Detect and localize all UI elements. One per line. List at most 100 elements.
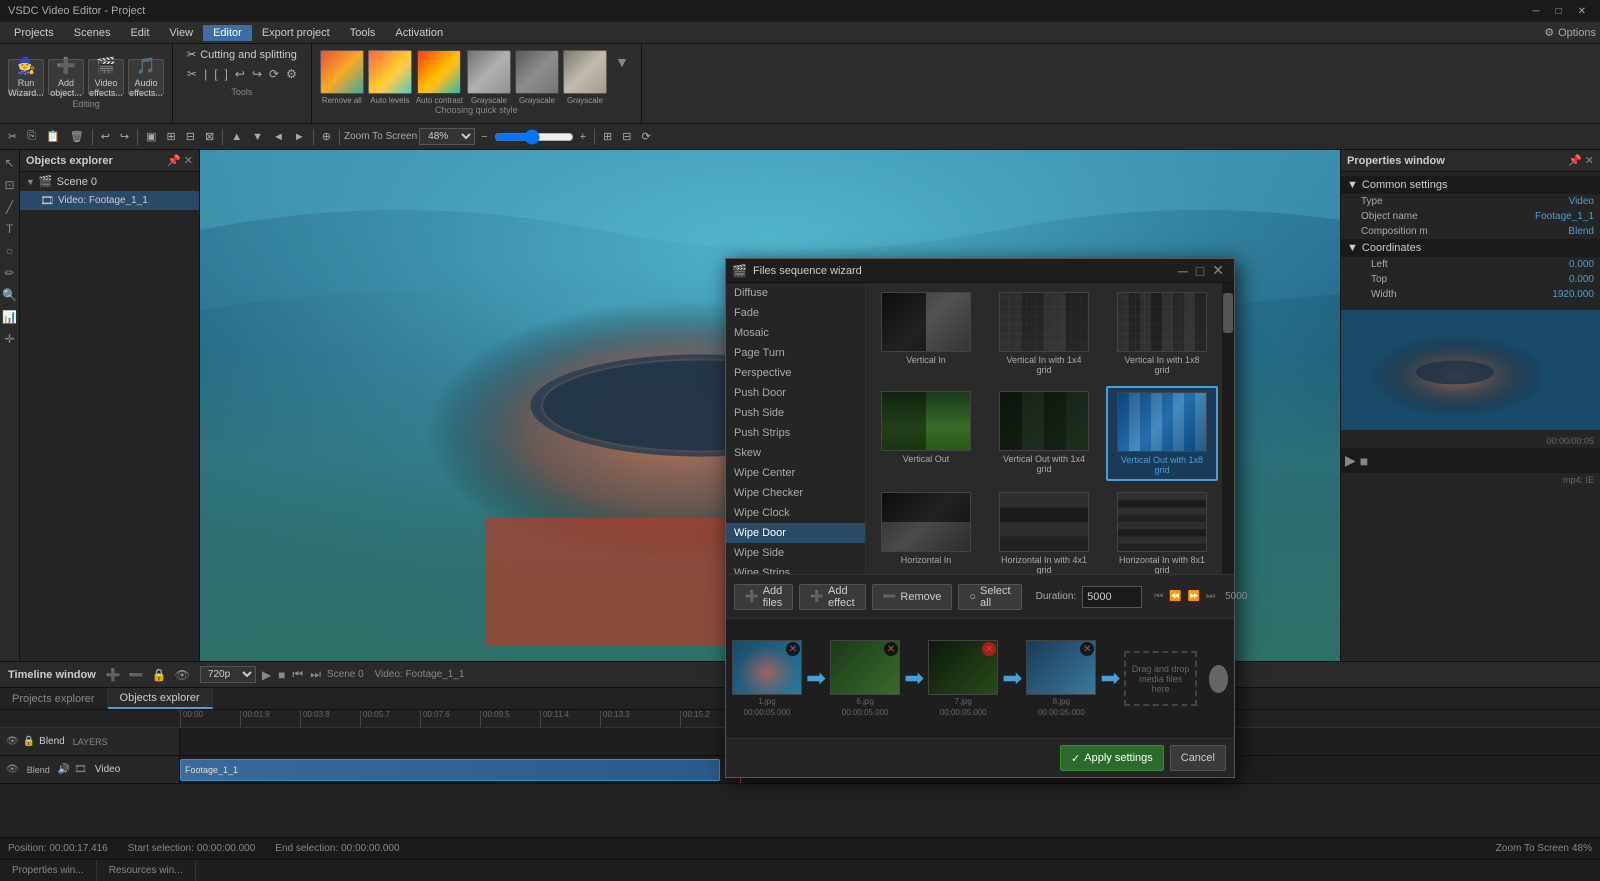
film-thumb-2[interactable]: ✕ [830,640,900,695]
film-arrow-4[interactable]: ➡ [1100,664,1120,693]
dialog-maximize-btn[interactable]: □ [1192,263,1208,279]
dialog-close-btn[interactable]: ✕ [1208,262,1228,279]
undo-icon[interactable]: ↩ [233,65,247,83]
duration-input[interactable] [1082,586,1142,608]
menu-tools[interactable]: Tools [340,25,386,41]
dialog-scrollbar[interactable] [1222,283,1234,574]
paste-btn[interactable]: 📋 [42,128,64,145]
trim-right-icon[interactable]: ] [223,65,230,83]
window-minimize[interactable]: ─ [1526,6,1545,17]
btab-resources[interactable]: Resources win... [97,860,196,881]
tl-lock-btn[interactable]: 🔒 [150,668,169,682]
transition-push-side[interactable]: Push Side [726,403,865,423]
arrange-btn[interactable]: ⊠ [201,128,218,145]
transition-push-door[interactable]: Push Door [726,383,865,403]
video-tree-item[interactable]: 🎞 Video: Footage_1_1 [20,191,199,210]
scene-tree-item[interactable]: ▼ 🎬 Scene 0 [20,172,199,191]
style-more-button[interactable]: ▼ [611,54,633,70]
style-thumb-grayscale2[interactable] [515,50,559,94]
menu-scenes[interactable]: Scenes [64,25,121,41]
transition-wipe-side[interactable]: Wipe Side [726,543,865,563]
delete-btn[interactable]: 🗑 [66,128,88,145]
tab-objects-explorer[interactable]: Objects explorer [108,688,213,709]
zoom-out-btn[interactable]: − [477,129,491,145]
select-btn[interactable]: ▣ [142,128,160,145]
add-object-button[interactable]: ➕ Addobject... [48,59,84,95]
window-maximize[interactable]: □ [1550,6,1568,17]
pointer-icon[interactable]: ↖ [2,154,16,172]
transition-fade[interactable]: Fade [726,303,865,323]
undo-btn2[interactable]: ↩ [97,128,114,145]
pen-icon[interactable]: ✏ [2,264,16,282]
shape-icon[interactable]: ○ [4,242,15,260]
transition-vertical-out-1x8[interactable]: Vertical Out with 1x8 grid [1106,386,1218,481]
align-btn[interactable]: ⊟ [182,128,199,145]
common-settings-header[interactable]: ▼ Common settings [1341,176,1600,194]
tl-play-btn[interactable]: ▶ [260,668,273,682]
transition-perspective[interactable]: Perspective [726,363,865,383]
move-icon[interactable]: ✛ [2,330,16,348]
copy-btn[interactable]: ⎘ [23,128,40,145]
film-remove-2[interactable]: ✕ [884,642,898,656]
transition-skew[interactable]: Skew [726,443,865,463]
close-panel-icon[interactable]: ✕ [184,154,193,167]
film-thumb-4[interactable]: ✕ [1026,640,1096,695]
menu-projects[interactable]: Projects [4,25,64,41]
crop-icon[interactable]: ⊡ [2,176,16,194]
film-arrow-1[interactable]: ➡ [806,664,826,693]
transition-horizontal-in-8x1[interactable]: Horizontal In with 8x1 grid [1106,487,1218,574]
chart-icon[interactable]: 📊 [0,308,19,326]
snap-grid-btn[interactable]: ⊟ [618,128,635,145]
style-thumb-auto-levels[interactable] [368,50,412,94]
transition-page-turn[interactable]: Page Turn [726,343,865,363]
apply-settings-button[interactable]: ✓ Apply settings [1060,745,1164,771]
coordinates-header[interactable]: ▼ Coordinates [1341,239,1600,257]
eye-icon-com[interactable]: 👁 [6,736,19,747]
transition-wipe-checker[interactable]: Wipe Checker [726,483,865,503]
cut-icon[interactable]: ✂ [185,65,199,83]
cut-btn2[interactable]: ✂ [4,128,21,145]
transition-push-strips[interactable]: Push Strips [726,423,865,443]
menu-edit[interactable]: Edit [120,25,159,41]
nav-prev-btn[interactable]: ⏮ [1154,591,1163,602]
prop-close-icon[interactable]: ✕ [1585,154,1594,167]
film-arrow-2[interactable]: ➡ [904,664,924,693]
transition-vertical-out-1x4[interactable]: Vertical Out with 1x4 grid [988,386,1100,481]
left-btn[interactable]: ◄ [269,129,288,145]
run-wizard-button[interactable]: 🧙 RunWizard... [8,59,44,95]
text-icon[interactable]: T [4,220,15,238]
film-thumb-1[interactable]: ✕ [732,640,802,695]
nav-prev-step-btn[interactable]: ⏪ [1169,591,1181,602]
snap-btn[interactable]: ⊕ [318,128,335,145]
zoom-select[interactable]: 48% 100% 50% [419,128,475,145]
transition-wipe-clock[interactable]: Wipe Clock [726,503,865,523]
zoom-icon[interactable]: 🔍 [0,286,19,304]
cancel-button[interactable]: Cancel [1170,745,1226,771]
video-clip[interactable]: Footage_1_1 [180,759,720,781]
group-btn[interactable]: ⊞ [163,128,180,145]
rotate-btn[interactable]: ⟳ [637,128,654,145]
options-label[interactable]: Options [1558,27,1596,39]
window-close[interactable]: ✕ [1572,6,1592,17]
nav-next-btn[interactable]: ⏭ [1206,591,1215,602]
film-thumb-3[interactable]: ✕ [928,640,998,695]
resolution-select[interactable]: 720p 1080p [200,666,256,683]
tl-minus-btn[interactable]: ➖ [127,668,146,682]
add-effect-button[interactable]: ➕ Add effect [799,584,865,610]
btab-properties[interactable]: Properties win... [0,860,97,881]
transition-vertical-in[interactable]: Vertical In [870,287,982,380]
drag-drop-area[interactable]: Drag and drop media files here [1124,651,1196,706]
dialog-minimize-btn[interactable]: ─ [1174,263,1192,279]
transition-wipe-door[interactable]: Wipe Door [726,523,865,543]
lock-icon-com[interactable]: 🔒 [23,736,35,747]
remove-button[interactable]: ➖ Remove [872,584,953,610]
tl-next-frame-btn[interactable]: ⏭ [308,667,323,682]
transition-vertical-out[interactable]: Vertical Out [870,386,982,481]
audio-effects-button[interactable]: 🎵 Audioeffects... [128,59,164,95]
trim-icon[interactable]: [ [212,65,219,83]
style-thumb-remove-all[interactable] [320,50,364,94]
transition-vertical-in-1x8[interactable]: Vertical In with 1x8 grid [1106,287,1218,380]
add-files-button[interactable]: ➕ Add files [734,584,793,610]
transition-diffuse[interactable]: Diffuse [726,283,865,303]
grid-btn[interactable]: ⊞ [599,128,616,145]
